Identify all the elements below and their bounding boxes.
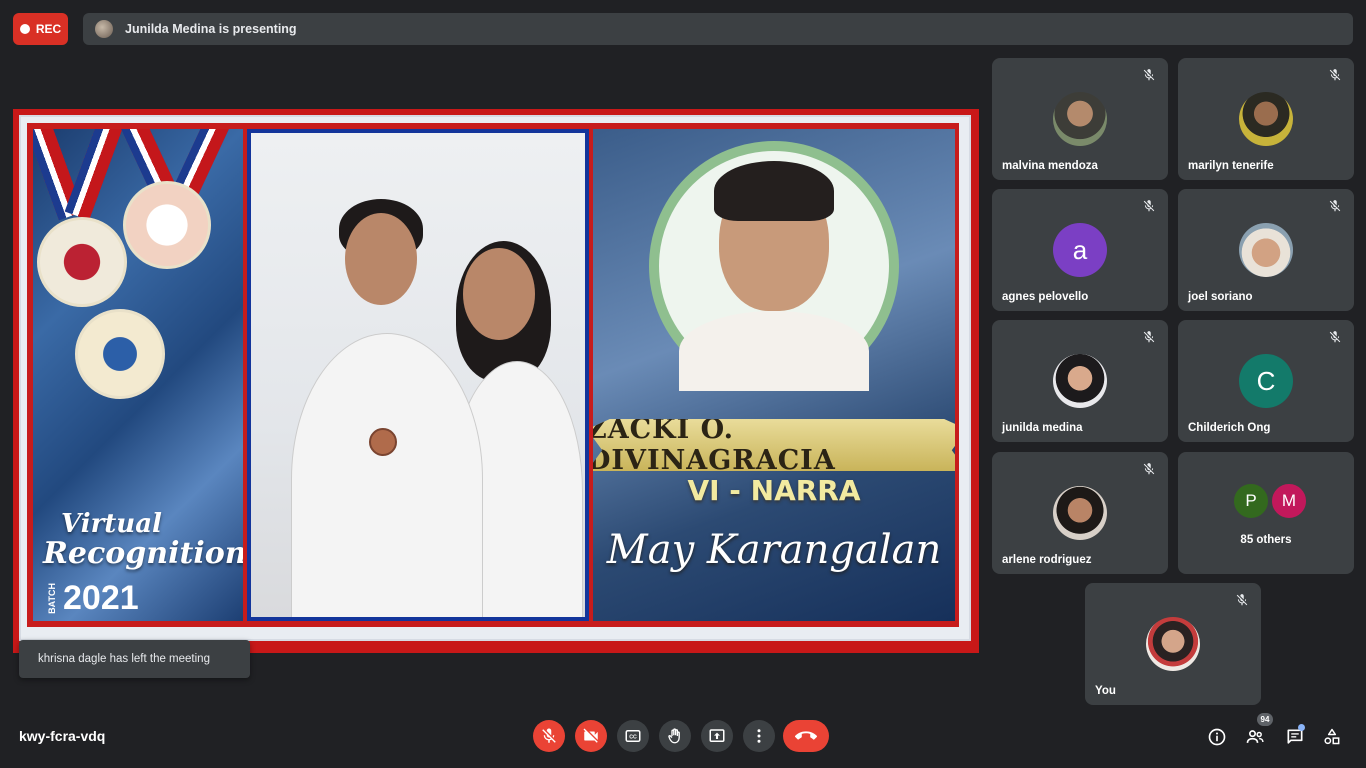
parent-head [463,248,535,340]
chat-unread-dot [1298,724,1305,731]
others-tile[interactable]: P M 85 others [1178,452,1354,574]
presentation-slide: Virtual Recognition BATCH 2021 ZACKI O. … [27,123,959,627]
school-seal [123,181,211,269]
present-screen-icon [709,729,725,742]
participant-avatar [1053,354,1107,408]
medal-icon [369,428,397,456]
presenter-text: Junilda Medina is presenting [125,22,297,36]
student-name: ZACKI O. DIVINAGRACIA [593,414,836,476]
participant-tile[interactable]: C Childerich Ong [1178,320,1354,442]
recording-indicator: REC [13,13,68,45]
mic-off-icon [1329,331,1341,343]
self-tile[interactable]: You [1085,583,1261,705]
others-count-label: 85 others [1240,534,1292,546]
mic-off-icon [1236,594,1248,606]
more-options-icon [757,729,761,743]
student-head [345,213,417,305]
more-options-button[interactable] [743,720,775,752]
end-call-icon [795,731,817,740]
participant-name: marilyn tenerife [1188,160,1274,172]
medal-ribbon [64,129,124,221]
mic-off-icon [1329,200,1341,212]
deped-seal [75,309,165,399]
others-avatar-initial: M [1270,482,1308,520]
participant-tile[interactable]: arlene rodriguez [992,452,1168,574]
participant-tile[interactable]: a agnes pelovello [992,189,1168,311]
participant-avatar [1239,223,1293,277]
participant-tile[interactable]: joel soriano [1178,189,1354,311]
participant-tile[interactable]: junilda medina [992,320,1168,442]
present-now-button[interactable] [701,720,733,752]
participant-tile[interactable]: malvina mendoza [992,58,1168,180]
name-banner: ZACKI O. DIVINAGRACIA [593,419,955,471]
participant-avatar [1053,92,1107,146]
people-icon [1246,730,1264,743]
participant-name: agnes pelovello [1002,291,1089,303]
section-label: VI - NARRA [687,474,861,507]
mic-off-icon [1143,331,1155,343]
captions-icon: CC [625,730,641,742]
participant-avatar-initial: a [1053,223,1107,277]
participant-avatar [1239,92,1293,146]
camera-off-icon [583,728,598,743]
svg-text:CC: CC [629,735,637,741]
slide-left-panel: Virtual Recognition BATCH 2021 [33,129,243,621]
event-title: Virtual Recognition [43,509,243,569]
self-avatar [1146,617,1200,671]
self-name: You [1095,685,1116,697]
mic-off-icon [542,728,556,743]
honor-label: May Karangalan [606,527,942,573]
participant-name: joel soriano [1188,291,1253,303]
others-avatar-initial: P [1232,482,1270,520]
notification-text: khrisna dagle has left the meeting [38,653,210,665]
participant-tile[interactable]: marilyn tenerife [1178,58,1354,180]
left-meeting-notification: khrisna dagle has left the meeting [19,640,250,678]
presenter-banner: Junilda Medina is presenting [83,13,1353,45]
batch-year: BATCH 2021 [47,579,139,618]
raise-hand-button[interactable] [659,720,691,752]
slide-right-panel: ZACKI O. DIVINAGRACIA VI - NARRA May Kar… [593,129,955,621]
leave-call-button[interactable] [783,720,829,752]
student-portrait-frame [649,141,899,391]
event-title-line1: Virtual [61,509,162,539]
division-seal [37,217,127,307]
participant-name: arlene rodriguez [1002,554,1092,566]
participant-name: junilda medina [1002,422,1083,434]
participant-avatar [1053,486,1107,540]
year-label: 2021 [63,579,139,617]
show-everyone-button[interactable] [1244,726,1266,748]
mic-toggle-button[interactable] [533,720,565,752]
mic-off-icon [1143,69,1155,81]
recording-label: REC [35,22,62,36]
participant-name: malvina mendoza [1002,160,1098,172]
recording-dot-icon [19,24,30,34]
student-figure [291,333,483,617]
participant-name: Childerich Ong [1188,422,1271,434]
presenter-avatar [95,20,113,38]
info-icon [1208,728,1226,746]
others-avatars: P M [1232,482,1308,520]
raise-hand-icon [668,728,680,744]
student-parent-photo [251,133,585,617]
activities-button[interactable] [1321,726,1343,748]
people-count-badge: 94 [1257,713,1273,726]
camera-toggle-button[interactable] [575,720,607,752]
meeting-code: kwy-fcra-vdq [19,728,106,744]
activities-icon [1324,728,1340,745]
portrait-hair [714,161,834,221]
captions-button[interactable]: CC [617,720,649,752]
portrait-shirt [679,311,869,391]
shared-screen-frame: Virtual Recognition BATCH 2021 ZACKI O. … [19,115,971,641]
mic-off-icon [1143,463,1155,475]
meeting-details-button[interactable] [1206,726,1228,748]
event-title-line2: Recognition [43,536,243,571]
shared-screen: Virtual Recognition BATCH 2021 ZACKI O. … [13,109,979,653]
mic-off-icon [1329,69,1341,81]
batch-label: BATCH [47,583,57,614]
mic-off-icon [1143,200,1155,212]
student-parent-photo-frame [247,129,589,621]
participant-avatar-initial: C [1239,354,1293,408]
